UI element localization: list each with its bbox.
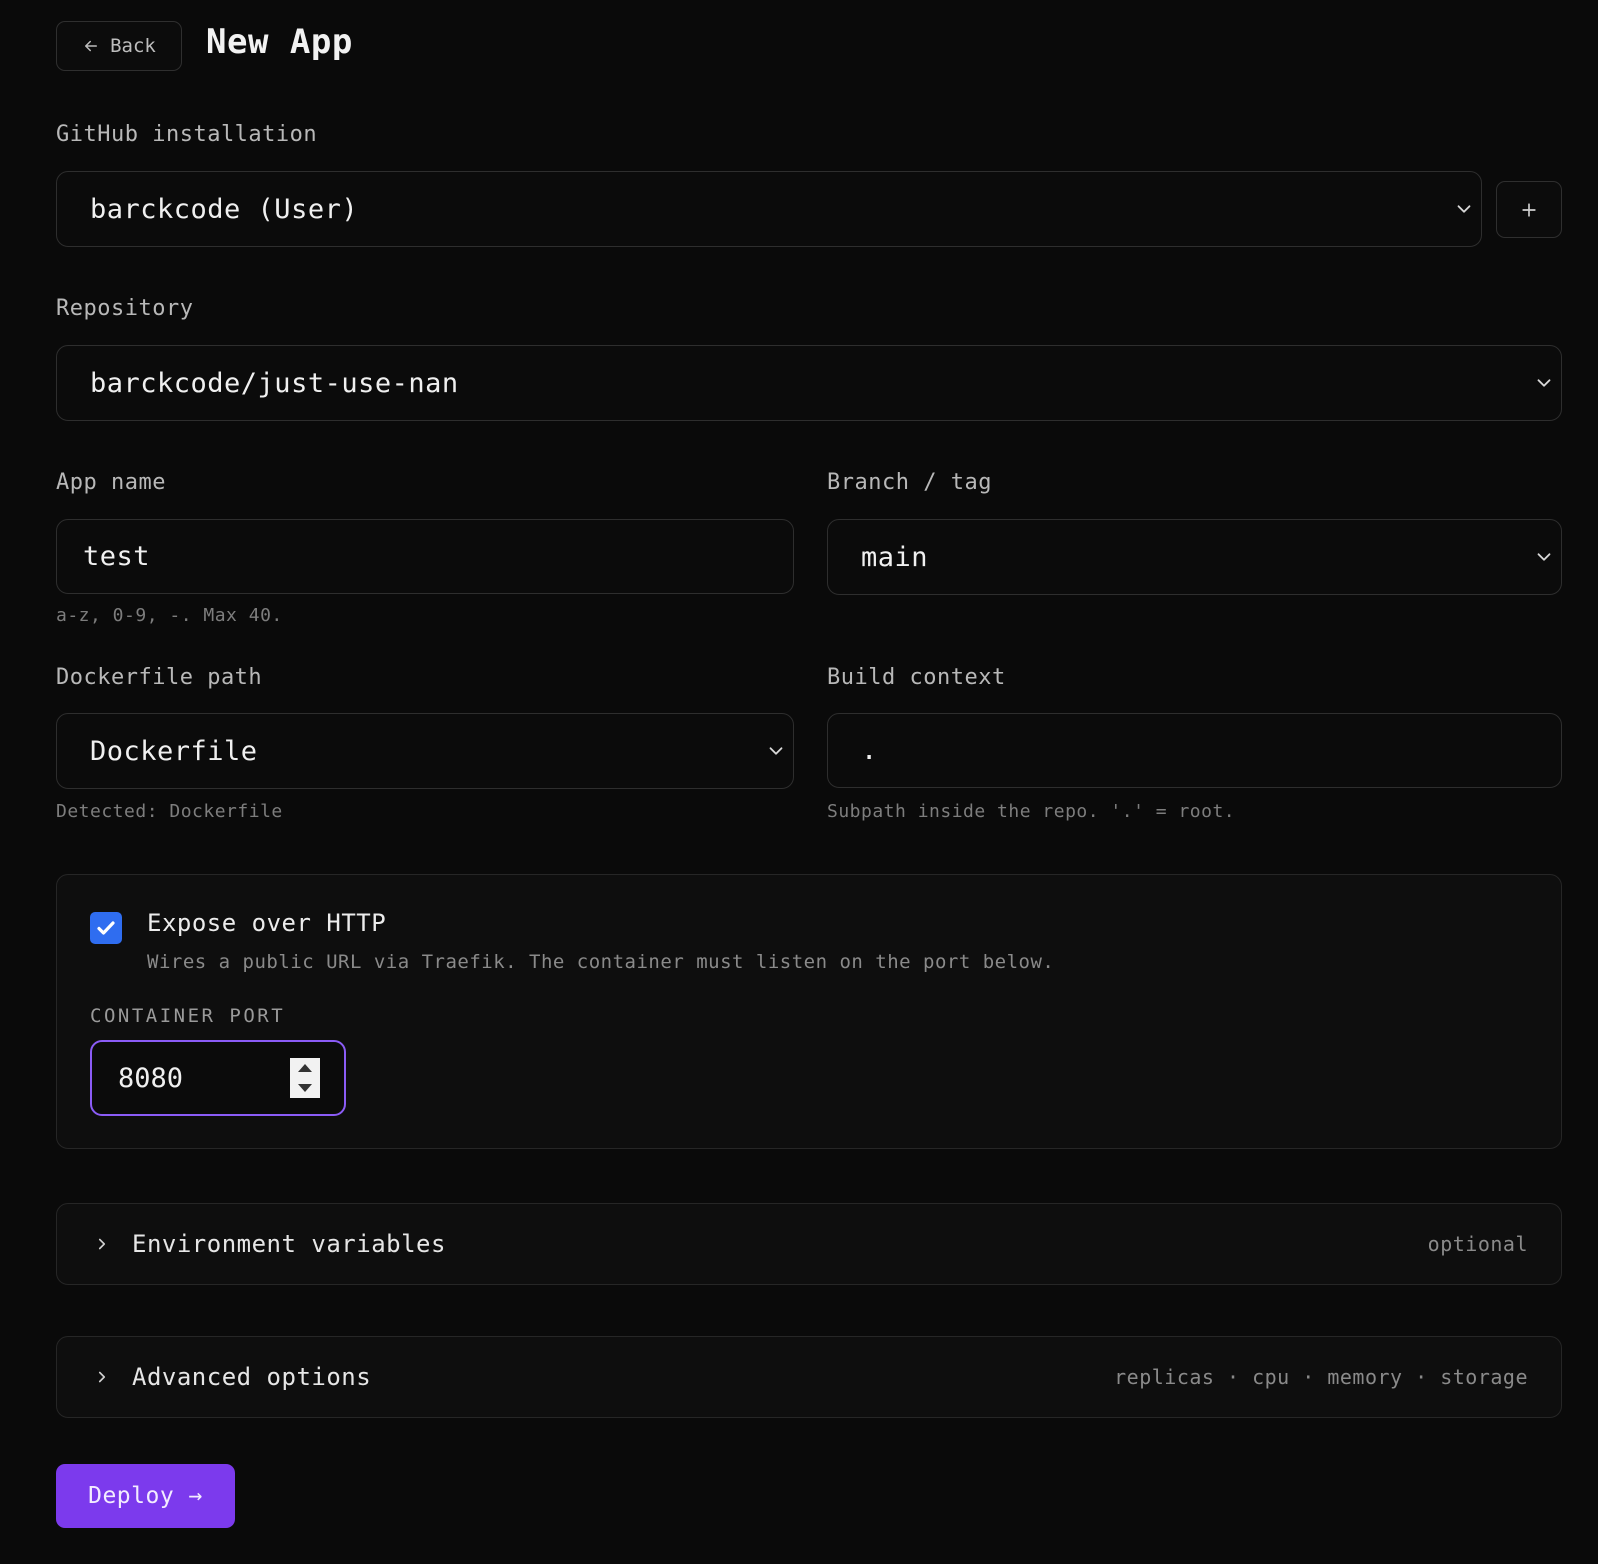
advanced-options-meta: replicas · cpu · memory · storage [1114,1365,1528,1389]
github-installation-label: GitHub installation [56,122,318,147]
repository-label: Repository [56,296,194,321]
repository-select[interactable]: barckcode/just-use-nan [56,345,1562,421]
stepper-up-icon[interactable] [298,1064,312,1072]
build-context-label: Build context [827,665,1006,690]
github-installation-value: barckcode (User) [90,193,359,225]
new-app-page: Back New App GitHub installation barckco… [0,0,1598,1564]
port-stepper[interactable] [290,1058,320,1098]
container-port-value: 8080 [118,1062,184,1094]
back-button[interactable]: Back [56,21,182,71]
repository-value: barckcode/just-use-nan [90,367,459,399]
arrow-left-icon [85,40,98,52]
chevron-down-icon [1537,379,1551,387]
dockerfile-hint: Detected: Dockerfile [56,801,283,822]
environment-variables-meta: optional [1427,1232,1528,1256]
branch-label: Branch / tag [827,470,992,495]
build-context-value: . [861,735,878,766]
app-name-input[interactable]: test [56,519,794,594]
github-installation-select[interactable]: barckcode (User) [56,171,1482,247]
expose-http-panel: Expose over HTTP Wires a public URL via … [56,874,1562,1149]
chevron-right-icon [98,1238,106,1250]
app-name-label: App name [56,470,166,495]
dockerfile-value: Dockerfile [90,735,258,767]
branch-value: main [861,541,929,573]
container-port-input[interactable]: 8080 [90,1040,346,1116]
page-title: New App [206,22,353,62]
dockerfile-label: Dockerfile path [56,665,263,690]
build-context-input[interactable]: . [827,713,1562,788]
advanced-options-section[interactable]: Advanced options replicas · cpu · memory… [56,1336,1562,1418]
back-button-label: Back [110,35,156,57]
app-name-hint: a-z, 0-9, -. Max 40. [56,605,283,626]
add-installation-button[interactable] [1496,181,1562,238]
expose-http-title: Expose over HTTP [147,909,387,937]
chevron-down-icon [769,747,783,755]
branch-select[interactable]: main [827,519,1562,595]
plus-icon [1522,202,1536,217]
stepper-down-icon[interactable] [298,1084,312,1092]
checkmark-icon [97,921,115,935]
container-port-label: CONTAINER PORT [90,1005,286,1027]
build-context-hint: Subpath inside the repo. '.' = root. [827,801,1236,822]
app-name-value: test [83,541,151,572]
chevron-down-icon [1457,205,1471,213]
chevron-down-icon [1537,553,1551,561]
environment-variables-section[interactable]: Environment variables optional [56,1203,1562,1285]
deploy-button[interactable]: Deploy → [56,1464,235,1528]
chevron-right-icon [98,1371,106,1383]
expose-http-checkbox[interactable] [90,912,122,944]
expose-http-description: Wires a public URL via Traefik. The cont… [147,951,1055,973]
deploy-button-label: Deploy → [88,1483,203,1509]
dockerfile-select[interactable]: Dockerfile [56,713,794,789]
advanced-options-title: Advanced options [132,1363,372,1391]
environment-variables-title: Environment variables [132,1230,446,1258]
